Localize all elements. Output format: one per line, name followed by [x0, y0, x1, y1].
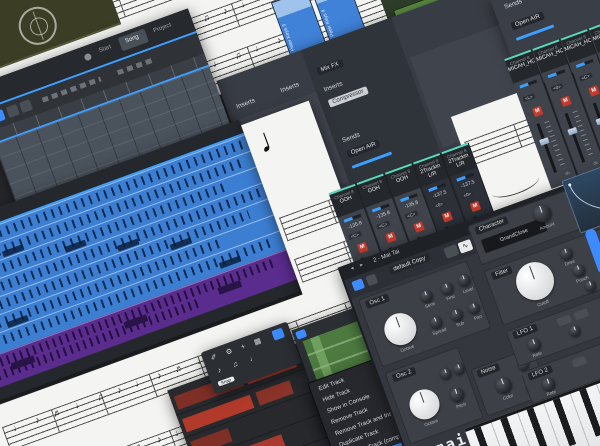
beamed-notes-icon[interactable]: ♫ [231, 359, 239, 369]
osc1-label: Osc 1 [365, 293, 390, 309]
pan-slider[interactable] [519, 80, 537, 89]
db-label: db [564, 170, 570, 176]
snap-chip[interactable]: Snap [217, 376, 234, 386]
knob-label: Pan [467, 311, 489, 323]
next-preset-icon[interactable]: ▸ [359, 262, 364, 269]
mute-button[interactable]: M [441, 211, 453, 223]
sends-header[interactable]: Sends [503, 0, 523, 11]
inserts-header[interactable]: Inserts [323, 80, 344, 93]
rotated-collage: ♪ ♩ ♫ ♪ ♩ ♬ ♪ ♩ ♪ ♫ ♪ ♫ ♩ ♪ ♬ ♪ ♩ ♫ ♪ ♩ … [0, 0, 600, 446]
osc2-semi-knob[interactable] [439, 367, 453, 381]
active-tool-button[interactable] [271, 328, 285, 341]
sends-header[interactable]: Sends [341, 131, 361, 144]
lfo1-depth-knob[interactable] [568, 324, 582, 338]
osc2-label: Osc 2 [391, 367, 416, 383]
saw-wave-button-active[interactable]: ∿ [457, 239, 473, 254]
tool-button[interactable] [19, 99, 33, 113]
mute-button[interactable]: M [357, 242, 369, 254]
mute-button[interactable]: M [413, 221, 425, 233]
tool-button[interactable] [6, 104, 20, 118]
big-quarter-note: ♩ [252, 114, 297, 162]
pencil-icon[interactable]: ✐ [209, 352, 218, 363]
header-button[interactable] [365, 273, 378, 286]
mute-button[interactable]: M [532, 106, 544, 118]
mute-button[interactable]: M [588, 85, 600, 97]
open-air-send-chip[interactable]: Open AIR [510, 11, 545, 30]
add-icon[interactable]: + [239, 341, 246, 351]
wave-button[interactable] [443, 244, 459, 259]
pan-chip[interactable]: <L> [522, 93, 535, 102]
pan-chip[interactable]: <C> [376, 221, 389, 230]
mute-button[interactable]: M [470, 201, 482, 213]
pan-chip[interactable]: <C> [348, 231, 361, 240]
gear-icon[interactable]: ⚙ [224, 346, 233, 357]
mute-button[interactable]: M [560, 95, 572, 107]
screenshot-root: ♪ ♩ ♫ ♪ ♩ ♬ ♪ ♩ ♪ ♫ ♪ ♫ ♩ ♪ ♬ ♪ ♩ ♫ ♪ ♩ … [0, 0, 600, 446]
pan-slider[interactable] [576, 59, 594, 68]
inserts-header[interactable]: Inserts [235, 97, 256, 110]
open-air-send-chip[interactable]: Open AIR [346, 139, 381, 158]
pan-slider[interactable] [547, 69, 565, 78]
tool-button-active[interactable] [0, 109, 6, 124]
filter-label: Filter [491, 266, 514, 281]
red-clip[interactable] [190, 428, 232, 446]
mix-fx-chip[interactable]: Mix FX [316, 59, 344, 76]
pan-chip[interactable]: <0> [551, 83, 564, 92]
pan-chip[interactable]: <0> [461, 190, 474, 199]
lfo-mode-chip[interactable] [573, 308, 589, 320]
pan-chip[interactable]: <C> [579, 73, 592, 82]
mute-button[interactable]: M [385, 232, 397, 244]
quarter-note-icon[interactable]: ♩ [248, 352, 258, 363]
knob-label: Pitch [448, 399, 474, 413]
osc2-fine-knob[interactable] [452, 362, 466, 376]
grid-icon[interactable]: ▦ [253, 336, 263, 347]
prev-preset-icon[interactable]: ◂ [350, 266, 355, 273]
gear-icon[interactable] [83, 53, 92, 62]
eighth-note-icon[interactable]: ♪ [216, 365, 223, 375]
lfo-mode-chip[interactable] [571, 356, 587, 368]
tab-start[interactable]: Start [98, 44, 112, 55]
pan-chip[interactable]: <C> [404, 210, 417, 219]
db-label: db [593, 160, 599, 166]
io-button[interactable] [351, 278, 365, 291]
knob-label: Res [595, 274, 600, 285]
tab-project[interactable]: Project [153, 22, 173, 35]
noise-label: Noise [476, 363, 501, 379]
editor-tab-icon[interactable] [295, 329, 307, 340]
lfo-mode-chip[interactable] [556, 314, 572, 326]
inserts-header[interactable]: Inserts [280, 81, 301, 94]
pan-chip[interactable]: <0> [433, 200, 446, 209]
knob-label: Level [457, 284, 479, 296]
compass-logo-icon [13, 1, 62, 50]
